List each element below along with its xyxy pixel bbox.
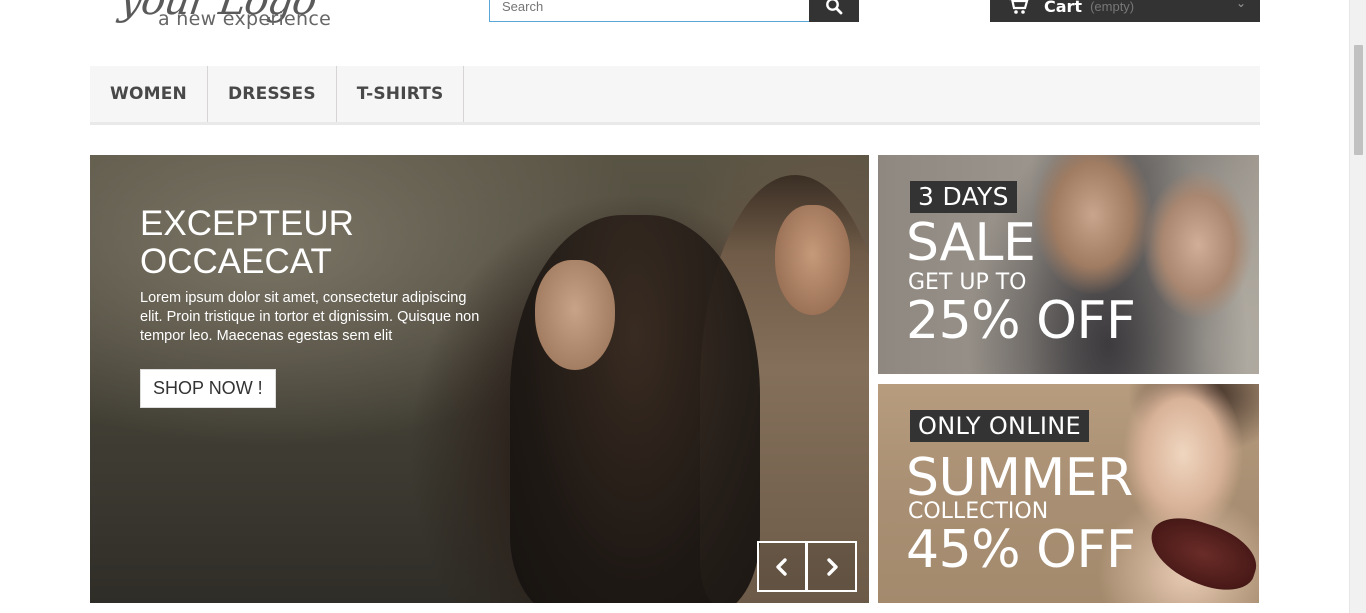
cart-icon <box>1009 0 1029 14</box>
search-form <box>489 0 859 22</box>
scrollbar-thumb[interactable] <box>1354 45 1363 155</box>
chevron-right-icon <box>826 557 838 576</box>
chevron-down-icon: ⌄ <box>1235 0 1246 10</box>
promo-banner-summer[interactable]: ONLY ONLINE SUMMER COLLECTION 45% OFF <box>878 384 1259 603</box>
shop-now-button[interactable]: SHOP NOW ! <box>140 369 276 408</box>
banner-headline: SUMMER <box>906 448 1133 508</box>
page-scrollbar[interactable] <box>1349 0 1366 613</box>
banner-discount: 25% OFF <box>906 291 1136 351</box>
slider-description: Lorem ipsum dolor sit amet, consectetur … <box>140 290 480 344</box>
logo-tagline: a new experience <box>158 8 332 30</box>
menu-item-dresses[interactable]: DRESSES <box>208 66 337 122</box>
banner-discount: 45% OFF <box>906 520 1136 580</box>
slider-image-man-face <box>775 205 850 315</box>
homepage-slider[interactable]: EXCEPTEUR OCCAECAT Lorem ipsum dolor sit… <box>90 155 869 603</box>
promo-banner-sale[interactable]: 3 DAYS SALE GET UP TO 25% OFF <box>878 155 1259 374</box>
slider-prev-button[interactable] <box>757 541 807 592</box>
banner-tag: ONLY ONLINE <box>910 410 1090 442</box>
cart-button[interactable]: Cart (empty) ⌄ <box>990 0 1260 22</box>
slider-image-woman-face <box>535 260 615 370</box>
slider-title: EXCEPTEUR OCCAECAT <box>140 204 354 281</box>
site-logo[interactable]: your Logo a new experience <box>117 0 410 33</box>
chevron-left-icon <box>776 557 787 576</box>
search-icon <box>826 0 843 15</box>
search-button[interactable] <box>809 0 859 22</box>
slider-next-button[interactable] <box>807 541 857 592</box>
menu-item-women[interactable]: WOMEN <box>90 66 208 122</box>
search-input[interactable] <box>489 0 809 22</box>
banner-image-sunglasses <box>1141 508 1259 600</box>
cart-label: Cart <box>1044 0 1083 16</box>
main-menu: WOMEN DRESSES T-SHIRTS <box>90 66 1260 125</box>
menu-item-tshirts[interactable]: T-SHIRTS <box>337 66 465 122</box>
cart-status: (empty) <box>1090 0 1135 14</box>
banner-headline: SALE <box>906 213 1036 273</box>
banner-tag: 3 DAYS <box>910 181 1017 213</box>
